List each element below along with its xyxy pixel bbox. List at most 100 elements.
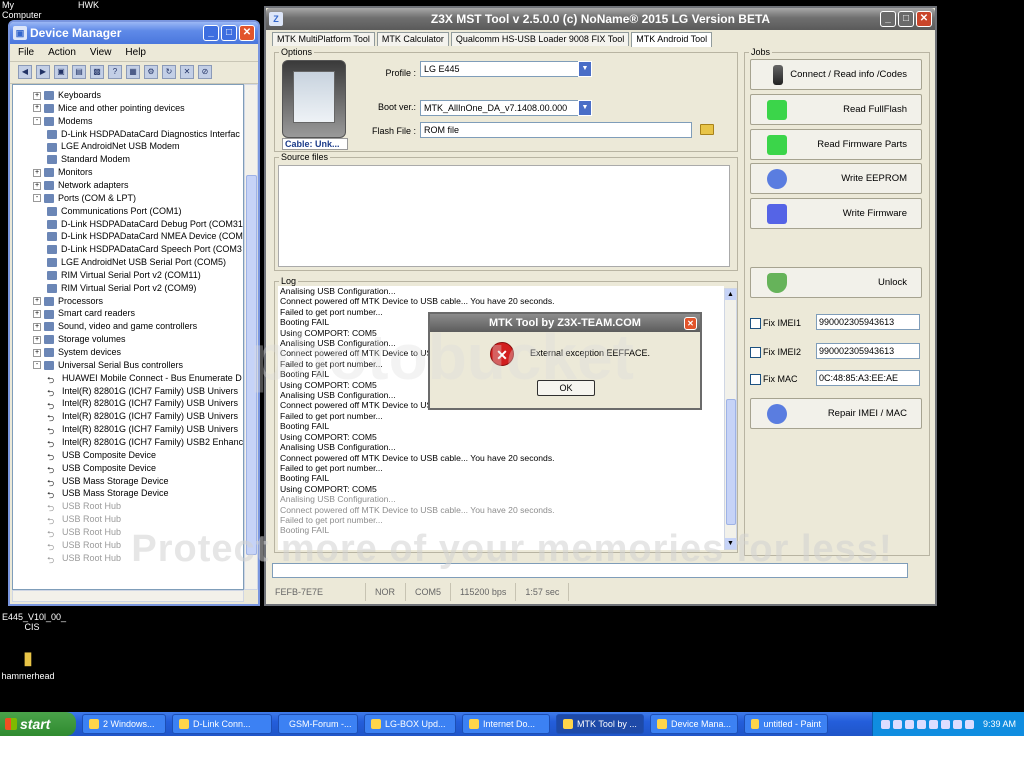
flashfile-input[interactable]: ROM file xyxy=(420,122,692,138)
tray-icon[interactable] xyxy=(916,719,926,729)
fix-imei2-checkbox[interactable]: Fix IMEI2 xyxy=(750,347,801,359)
fix-mac-checkbox[interactable]: Fix MAC xyxy=(750,374,798,386)
taskbar-button[interactable]: LG-BOX Upd... xyxy=(364,714,456,734)
chevron-down-icon[interactable]: ▼ xyxy=(578,100,592,116)
menu-action[interactable]: Action xyxy=(48,44,76,61)
repair-imei-mac-button[interactable]: Repair IMEI / MAC xyxy=(750,398,922,429)
expand-icon[interactable]: + xyxy=(33,297,41,306)
tab-qualcomm-loader[interactable]: Qualcomm HS-USB Loader 9008 FIX Tool xyxy=(450,32,630,46)
tree-item[interactable]: - Modems xyxy=(33,115,93,128)
chevron-down-icon[interactable]: ▼ xyxy=(578,61,592,77)
tree-item[interactable]: ⮌ USB Root Hub xyxy=(47,513,121,526)
device-manager-titlebar[interactable]: ▣ Device Manager _ □ ✕ xyxy=(10,22,258,44)
taskbar-button[interactable]: untitled - Paint xyxy=(744,714,828,734)
desktop-icon-e445[interactable]: E445_V10l_00_ CIS xyxy=(2,612,66,632)
tree-item[interactable]: Standard Modem xyxy=(47,153,130,166)
view-icon[interactable]: ▦ xyxy=(126,65,140,79)
scrollbar-thumb[interactable] xyxy=(726,399,736,525)
tree-item[interactable]: + Monitors xyxy=(33,166,93,179)
desktop-label-hwk[interactable]: HWK xyxy=(78,0,99,10)
device-tree-vertical-scrollbar[interactable] xyxy=(244,84,258,590)
tree-item[interactable]: ⮌ USB Root Hub xyxy=(47,539,121,552)
tray-icon[interactable] xyxy=(880,719,890,729)
z3x-titlebar[interactable]: Z Z3X MST Tool v 2.5.0.0 (c) NoName® 201… xyxy=(266,8,935,30)
expand-icon[interactable]: + xyxy=(33,181,41,190)
scroll-up-icon[interactable]: ▲ xyxy=(725,289,736,300)
checkbox[interactable] xyxy=(750,318,761,330)
checkbox[interactable] xyxy=(750,374,761,386)
tree-item[interactable]: - Universal Serial Bus controllers xyxy=(33,359,183,372)
tree-item[interactable]: LGE AndroidNet USB Modem xyxy=(47,140,180,153)
tray-icon[interactable] xyxy=(964,719,974,729)
write-eeprom-button[interactable]: Write EEPROM xyxy=(750,163,922,194)
log-scrollbar[interactable]: ▲ ▼ xyxy=(724,288,737,550)
expand-icon[interactable]: + xyxy=(33,104,41,113)
tree-item[interactable]: ⮌ Intel(R) 82801G (ICH7 Family) USB Unive… xyxy=(47,423,238,436)
update-driver-icon[interactable]: ↻ xyxy=(162,65,176,79)
menu-file[interactable]: File xyxy=(18,44,34,61)
tray-icon[interactable] xyxy=(952,719,962,729)
source-files-list[interactable] xyxy=(278,165,730,267)
help-icon[interactable]: ? xyxy=(108,65,122,79)
taskbar-button[interactable]: Device Mana... xyxy=(650,714,738,734)
tree-item[interactable]: RIM Virtual Serial Port v2 (COM11) xyxy=(47,269,201,282)
taskbar-button[interactable]: GSM-Forum -... xyxy=(278,714,358,734)
minimize-button[interactable]: _ xyxy=(203,25,219,41)
tree-item[interactable]: ⮌ USB Composite Device xyxy=(47,462,156,475)
scan-hardware-icon[interactable]: ⚙ xyxy=(144,65,158,79)
expand-icon[interactable]: + xyxy=(33,335,41,344)
scrollbar-thumb[interactable] xyxy=(246,175,257,555)
tree-item[interactable]: ⮌ USB Mass Storage Device xyxy=(47,487,169,500)
properties-icon[interactable]: ▤ xyxy=(72,65,86,79)
disable-icon[interactable]: ⊘ xyxy=(198,65,212,79)
bootver-select[interactable]: MTK_AllInOne_DA_v7.1408.00.000 ▼ xyxy=(420,100,592,116)
tab-mtk-multiplatform[interactable]: MTK MultiPlatform Tool xyxy=(272,32,375,46)
close-button[interactable]: ✕ xyxy=(684,317,697,330)
tray-icon[interactable] xyxy=(940,719,950,729)
expand-icon[interactable]: + xyxy=(33,91,41,100)
maximize-button[interactable]: □ xyxy=(898,11,914,27)
tree-item[interactable]: ⮌ Intel(R) 82801G (ICH7 Family) USB2 Enha… xyxy=(47,436,243,449)
tree-item[interactable]: - Ports (COM & LPT) xyxy=(33,192,136,205)
taskbar-button[interactable]: MTK Tool by ... xyxy=(556,714,644,734)
tree-item[interactable]: ⮌ USB Root Hub xyxy=(47,500,121,513)
desktop-label-my-computer[interactable]: My Computer xyxy=(2,0,42,20)
write-firmware-button[interactable]: Write Firmware xyxy=(750,198,922,229)
tree-item[interactable]: + Sound, video and game controllers xyxy=(33,320,197,333)
tree-item[interactable]: ⮌ USB Mass Storage Device xyxy=(47,475,169,488)
tree-item[interactable]: ⮌ USB Root Hub xyxy=(47,552,121,565)
tray-icon[interactable] xyxy=(928,719,938,729)
tree-item[interactable]: + Smart card readers xyxy=(33,307,135,320)
close-button[interactable]: ✕ xyxy=(916,11,932,27)
folder-open-icon[interactable] xyxy=(700,124,714,135)
close-button[interactable]: ✕ xyxy=(239,25,255,41)
tray-icon[interactable] xyxy=(892,719,902,729)
back-icon[interactable]: ◀ xyxy=(18,65,32,79)
minimize-button[interactable]: _ xyxy=(880,11,896,27)
tree-item[interactable]: D-Link HSDPADataCard Debug Port (COM31 xyxy=(47,218,243,231)
read-firmware-parts-button[interactable]: Read Firmware Parts xyxy=(750,129,922,160)
read-fullflash-button[interactable]: Read FullFlash xyxy=(750,94,922,125)
tree-item[interactable]: LGE AndroidNet USB Serial Port (COM5) xyxy=(47,256,226,269)
print-icon[interactable]: ▩ xyxy=(90,65,104,79)
imei1-field[interactable]: 990002305943613 xyxy=(816,314,920,330)
forward-icon[interactable]: ▶ xyxy=(36,65,50,79)
tree-item[interactable]: ⮌ Intel(R) 82801G (ICH7 Family) USB Unive… xyxy=(47,410,238,423)
connect-read-info-button[interactable]: Connect / Read info /Codes xyxy=(750,59,922,90)
expand-icon[interactable]: + xyxy=(33,168,41,177)
collapse-icon[interactable]: - xyxy=(33,361,41,370)
profile-select[interactable]: LG E445 ▼ xyxy=(420,61,592,77)
tree-item[interactable]: + Mice and other pointing devices xyxy=(33,102,185,115)
checkbox[interactable] xyxy=(750,347,761,359)
tree-item[interactable]: D-Link HSDPADataCard Speech Port (COM3 xyxy=(47,243,242,256)
ok-button[interactable]: OK xyxy=(537,380,595,396)
scroll-down-icon[interactable]: ▼ xyxy=(725,538,736,549)
tab-mtk-android[interactable]: MTK Android Tool xyxy=(631,32,713,47)
expand-icon[interactable]: + xyxy=(33,322,41,331)
menu-help[interactable]: Help xyxy=(125,44,146,61)
expand-icon[interactable]: + xyxy=(33,310,41,319)
tree-item[interactable]: ⮌ USB Composite Device xyxy=(47,449,156,462)
unlock-button[interactable]: Unlock xyxy=(750,267,922,298)
tree-item[interactable]: D-Link HSDPADataCard NMEA Device (COM xyxy=(47,230,243,243)
up-icon[interactable]: ▣ xyxy=(54,65,68,79)
